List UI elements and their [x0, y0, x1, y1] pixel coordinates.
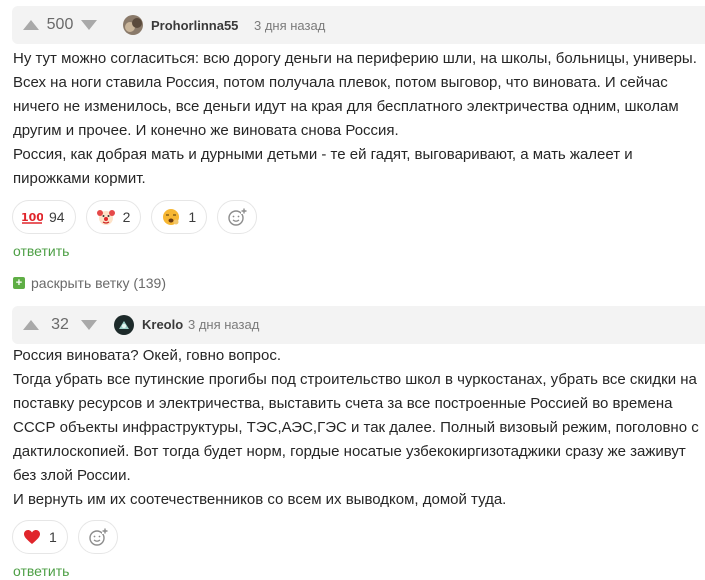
reaction-button[interactable]: 1	[151, 200, 208, 234]
vote-control: 32	[20, 306, 100, 344]
add-reaction-button[interactable]	[77, 520, 118, 554]
expand-thread-label: раскрыть ветку (139)	[31, 275, 167, 291]
vote-count: 32	[51, 316, 69, 333]
comment-line: Всех на ноги ставила Россия, потом получ…	[13, 74, 668, 91]
downvote-button[interactable]	[78, 306, 100, 344]
hundred-points-icon: 100	[21, 206, 43, 228]
comment-line: Тогда убрать все путинские прогибы под с…	[13, 371, 697, 388]
comment-line: Ну тут можно согласиться: всю дорогу ден…	[13, 50, 697, 67]
red-heart-icon	[21, 526, 43, 548]
upvote-button[interactable]	[20, 6, 42, 44]
comment-header: 32 Kreolo 3 дня назад	[12, 306, 705, 344]
comment-line: пирожками кормит.	[13, 170, 146, 187]
add-reaction-button[interactable]	[217, 200, 258, 234]
comment-line: СССР объекты инфраструктуры, ТЭС,АЭС,ГЭС…	[13, 419, 699, 436]
upvote-button[interactable]	[20, 306, 42, 344]
comment-line: другим и прочее. И конечно же виновата с…	[13, 122, 399, 139]
avatar[interactable]	[114, 315, 134, 335]
reaction-count: 2	[122, 209, 131, 225]
arrow-up-icon	[23, 320, 39, 330]
add-emoji-icon	[228, 208, 248, 226]
clown-face-icon	[95, 206, 117, 228]
downvote-button[interactable]	[78, 6, 100, 44]
comment-line: поставку ресурсов и электричества, выста…	[13, 395, 673, 412]
svg-text:100: 100	[21, 211, 43, 224]
reaction-button[interactable]: 1	[12, 520, 68, 554]
reactions-bar: 1	[12, 520, 118, 554]
comment-line: Россия, как добрая мать и дурными детьми…	[13, 146, 633, 163]
avatar[interactable]	[123, 15, 143, 35]
arrow-down-icon	[81, 320, 97, 330]
reply-link[interactable]: ответить	[13, 243, 69, 259]
add-emoji-icon	[89, 528, 108, 546]
reply-link[interactable]: ответить	[13, 563, 69, 579]
comment-line: без злой России.	[13, 467, 131, 484]
vote-count: 500	[46, 16, 74, 33]
timestamp[interactable]: 3 дня назад	[254, 18, 325, 33]
comment-body: Ну тут можно согласиться: всю дорогу ден…	[13, 47, 697, 191]
reaction-count: 1	[188, 209, 197, 225]
timestamp[interactable]: 3 дня назад	[188, 317, 259, 332]
vote-control: 500	[20, 6, 100, 44]
comment-body: Россия виновата? Окей, говно вопрос. Тог…	[13, 344, 699, 512]
reaction-count: 1	[49, 529, 57, 545]
arrow-down-icon	[81, 20, 97, 30]
yawning-face-icon	[160, 206, 182, 228]
username[interactable]: Kreolo	[142, 317, 183, 332]
reactions-bar: 100 94 2 1	[12, 200, 258, 234]
reaction-button[interactable]: 2	[85, 200, 142, 234]
plus-box-icon: +	[13, 277, 25, 289]
comment-line: И вернуть им их соотечественников со все…	[13, 491, 507, 508]
reaction-button[interactable]: 100 94	[12, 200, 76, 234]
reaction-count: 94	[49, 209, 65, 225]
expand-thread-button[interactable]: + раскрыть ветку (139)	[13, 275, 166, 291]
comment-line: ничего не изменилось, все деньги идут на…	[13, 98, 679, 115]
arrow-up-icon	[23, 20, 39, 30]
comment-header: 500 Prohorlinna55 3 дня назад	[12, 6, 705, 44]
comment-line: дактилоскопией. Вот тогда будет норм, го…	[13, 443, 686, 460]
comment-line: Россия виновата? Окей, говно вопрос.	[13, 347, 282, 364]
username[interactable]: Prohorlinna55	[151, 18, 238, 33]
